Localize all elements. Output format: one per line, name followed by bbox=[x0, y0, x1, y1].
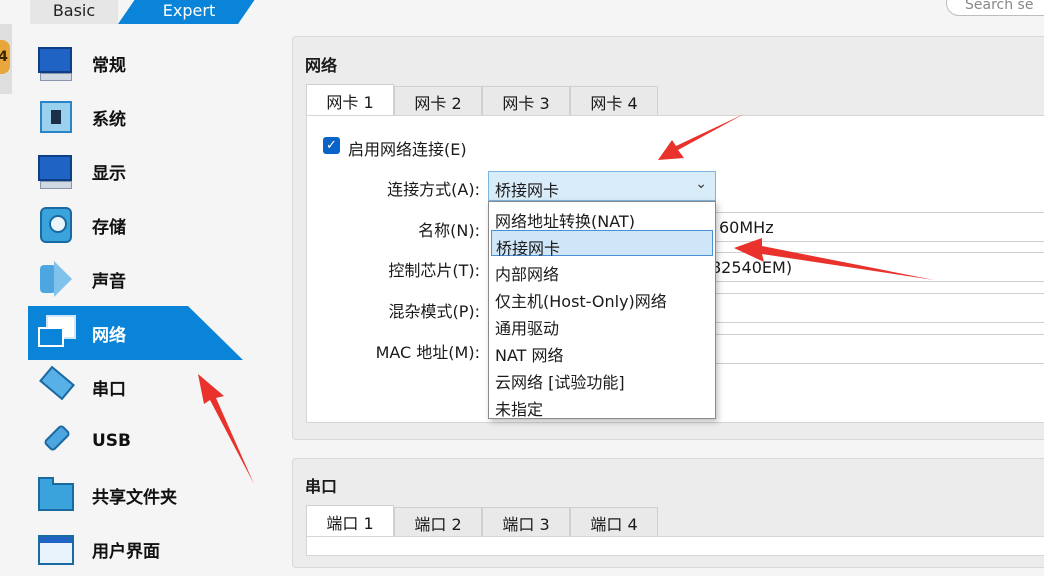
dropdown-option-generic[interactable]: 通用驱动 bbox=[491, 311, 713, 338]
attached-to-label: 连接方式(A): bbox=[387, 180, 480, 199]
sidebar-item-usb[interactable]: USB bbox=[28, 414, 268, 468]
dropdown-option-not-attached[interactable]: 未指定 bbox=[491, 392, 713, 419]
enable-network-label: 启用网络连接(E) bbox=[348, 140, 467, 159]
sidebar-item-audio[interactable]: 声音 bbox=[28, 252, 268, 306]
serial-panel bbox=[306, 536, 1044, 556]
sidebar-item-label: 系统 bbox=[92, 109, 126, 130]
sidebar-item-display[interactable]: 显示 bbox=[28, 144, 268, 198]
sidebar-item-label: 共享文件夹 bbox=[92, 487, 177, 508]
settings-sidebar: 常规 系统 显示 存储 声音 网络 串口 USB 共享文件夹 用户界面 bbox=[28, 36, 268, 576]
name-value: 60MHz bbox=[719, 218, 774, 237]
sidebar-item-label: 声音 bbox=[92, 271, 126, 292]
promiscuous-mode-label: 混杂模式(P): bbox=[388, 302, 480, 321]
tab-adapter-2[interactable]: 网卡 2 bbox=[394, 86, 482, 116]
sidebar-item-shared-folders[interactable]: 共享文件夹 bbox=[28, 468, 268, 522]
adapter-type-value: 82540EM) bbox=[711, 258, 793, 277]
dropdown-option-cloud[interactable]: 云网络 [试验功能] bbox=[491, 365, 713, 392]
sidebar-item-label: 显示 bbox=[92, 163, 126, 184]
chevron-down-icon: ⌄ bbox=[695, 176, 707, 192]
sidebar-item-general[interactable]: 常规 bbox=[28, 36, 268, 90]
attached-to-value: 桥接网卡 bbox=[495, 181, 560, 200]
sidebar-item-label: 网络 bbox=[92, 325, 126, 346]
enable-network-checkbox[interactable]: ✓ bbox=[323, 137, 340, 154]
sidebar-item-network[interactable]: 网络 bbox=[28, 306, 243, 360]
name-label: 名称(N): bbox=[418, 221, 480, 240]
adapter-type-label: 控制芯片(T): bbox=[388, 261, 480, 280]
sidebar-item-label: USB bbox=[92, 431, 132, 451]
system-chip-icon bbox=[36, 97, 76, 137]
sidebar-item-label: 常规 bbox=[92, 55, 126, 76]
sidebar-item-label: 存储 bbox=[92, 217, 126, 238]
serial-group-title: 串口 bbox=[305, 477, 338, 496]
dropdown-option-bridged[interactable]: 桥接网卡 bbox=[491, 230, 713, 258]
sidebar-item-label: 串口 bbox=[92, 379, 126, 400]
mode-expert-tab[interactable]: Expert bbox=[118, 0, 260, 24]
tab-port-2[interactable]: 端口 2 bbox=[394, 507, 482, 537]
adapter-tabs: 网卡 1 网卡 2 网卡 3 网卡 4 bbox=[306, 84, 658, 116]
general-monitor-icon bbox=[36, 43, 76, 83]
mac-address-label: MAC 地址(M): bbox=[375, 343, 480, 362]
serial-port-tabs: 端口 1 端口 2 端口 3 端口 4 bbox=[306, 505, 658, 537]
network-icon bbox=[36, 313, 76, 353]
tab-port-3[interactable]: 端口 3 bbox=[482, 507, 570, 537]
dropdown-option-nat[interactable]: 网络地址转换(NAT) bbox=[491, 204, 713, 231]
sidebar-item-system[interactable]: 系统 bbox=[28, 90, 268, 144]
dropdown-option-internal[interactable]: 内部网络 bbox=[491, 257, 713, 284]
dropdown-option-nat-network[interactable]: NAT 网络 bbox=[491, 338, 713, 365]
attached-to-dropdown: 网络地址转换(NAT) 桥接网卡 内部网络 仅主机(Host-Only)网络 通… bbox=[488, 201, 716, 419]
tab-adapter-4[interactable]: 网卡 4 bbox=[570, 86, 658, 116]
mode-basic-tab[interactable]: Basic bbox=[30, 0, 118, 24]
shared-folder-icon bbox=[36, 475, 76, 515]
network-group-title: 网络 bbox=[305, 56, 338, 75]
attached-to-select[interactable]: 桥接网卡 ⌄ bbox=[488, 171, 716, 201]
sidebar-item-storage[interactable]: 存储 bbox=[28, 198, 268, 252]
audio-speaker-icon bbox=[36, 259, 76, 299]
usb-icon bbox=[36, 421, 76, 461]
display-monitor-icon bbox=[36, 151, 76, 191]
tab-adapter-1[interactable]: 网卡 1 bbox=[306, 84, 394, 116]
sidebar-item-user-interface[interactable]: 用户界面 bbox=[28, 522, 268, 576]
tab-port-1[interactable]: 端口 1 bbox=[306, 505, 394, 537]
sidebar-item-serial[interactable]: 串口 bbox=[28, 360, 268, 414]
sidebar-item-label: 用户界面 bbox=[92, 541, 160, 562]
user-interface-icon bbox=[36, 529, 76, 569]
search-input[interactable]: Search se bbox=[946, 0, 1044, 16]
mode-tabs: Basic Expert bbox=[30, 0, 230, 24]
tab-adapter-3[interactable]: 网卡 3 bbox=[482, 86, 570, 116]
serial-port-icon bbox=[36, 365, 76, 407]
storage-disk-icon bbox=[36, 205, 76, 245]
version-badge: 4 bbox=[0, 40, 10, 74]
dropdown-option-host-only[interactable]: 仅主机(Host-Only)网络 bbox=[491, 284, 713, 311]
tab-port-4[interactable]: 端口 4 bbox=[570, 507, 658, 537]
